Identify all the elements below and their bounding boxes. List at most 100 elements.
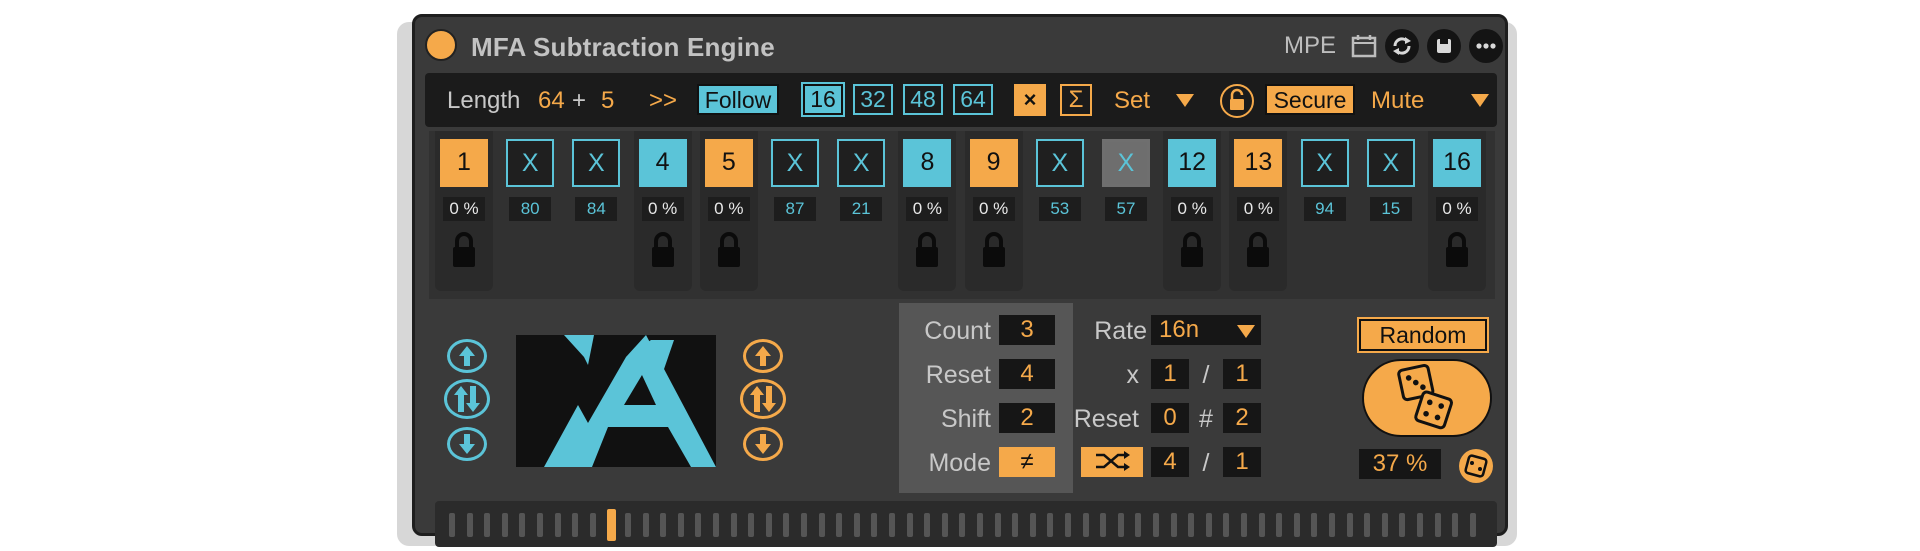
multiplier-a[interactable]: 1 xyxy=(1151,359,1189,389)
position-scrubber[interactable] xyxy=(435,501,1497,547)
scrubber-tick xyxy=(1346,513,1353,537)
step-value[interactable]: 0 % xyxy=(1237,197,1280,221)
lower-panel: Count 3 Reset 4 Shift 2 Mode ≠ Rate 16n … xyxy=(429,303,1495,495)
length-64-button[interactable]: 64 xyxy=(953,84,993,115)
sigma-button[interactable]: Σ xyxy=(1060,84,1092,116)
lock-icon[interactable] xyxy=(914,231,940,269)
step-toggle[interactable]: 5 xyxy=(704,139,753,187)
scrubber-tick xyxy=(554,513,561,537)
step-8: 80 % xyxy=(898,131,957,291)
count-value[interactable]: 3 xyxy=(999,315,1055,345)
step-value[interactable]: 0 % xyxy=(443,197,485,221)
step-value[interactable]: 87 xyxy=(774,197,816,221)
rate-reset-b[interactable]: 2 xyxy=(1223,403,1261,433)
step-value[interactable]: 57 xyxy=(1105,197,1147,221)
step-value[interactable]: 0 % xyxy=(707,197,750,221)
length-16-button[interactable]: 16 xyxy=(801,82,845,117)
shuffle-slash: / xyxy=(1202,449,1210,477)
shift-up-icon[interactable] xyxy=(447,339,487,373)
step-5: 50 % xyxy=(699,131,758,291)
step-toggle[interactable]: X xyxy=(572,139,621,187)
step-toggle[interactable]: 12 xyxy=(1168,139,1217,187)
mute-dropdown-icon[interactable] xyxy=(1471,94,1489,107)
length-add[interactable]: 5 xyxy=(601,87,614,115)
lock-icon[interactable] xyxy=(716,231,742,269)
small-dice-icon[interactable] xyxy=(1459,449,1493,483)
secure-button[interactable]: Secure xyxy=(1265,84,1355,115)
lock-icon[interactable] xyxy=(650,231,676,269)
step-toggle[interactable]: 1 xyxy=(440,139,488,187)
step-value[interactable]: 94 xyxy=(1303,197,1346,221)
shift-down-icon[interactable] xyxy=(447,427,487,461)
lock-icon[interactable] xyxy=(451,231,477,269)
clear-button[interactable]: × xyxy=(1014,84,1046,116)
save-icon[interactable] xyxy=(1427,29,1461,63)
rotate-up-icon[interactable] xyxy=(743,339,783,373)
rate-reset-label: Reset xyxy=(1073,405,1139,433)
step-value[interactable]: 0 % xyxy=(972,197,1015,221)
rate-dropdown-icon[interactable] xyxy=(1237,325,1255,338)
random-button[interactable]: Random xyxy=(1357,317,1489,353)
lock-icon[interactable] xyxy=(1179,231,1205,269)
rate-reset-a[interactable]: 0 xyxy=(1151,403,1189,433)
step-toggle[interactable]: X xyxy=(1300,139,1349,187)
lock-icon[interactable] xyxy=(981,231,1007,269)
step-value[interactable]: 0 % xyxy=(1436,197,1478,221)
step-value[interactable]: 21 xyxy=(840,197,883,221)
mode-value[interactable]: ≠ xyxy=(999,447,1055,477)
scrubber-tick xyxy=(1205,513,1212,537)
step-value[interactable]: 15 xyxy=(1369,197,1412,221)
toolbar: Length 64 + 5 >> Follow 16 32 48 64 × Σ … xyxy=(425,73,1497,127)
calendar-icon[interactable] xyxy=(1350,32,1378,66)
rate-reset-hash: # xyxy=(1199,405,1213,433)
power-button[interactable] xyxy=(425,29,457,61)
set-dropdown-icon[interactable] xyxy=(1176,94,1194,107)
reset-value[interactable]: 4 xyxy=(999,359,1055,389)
step-value[interactable]: 0 % xyxy=(906,197,949,221)
rate-label: Rate xyxy=(1094,317,1147,345)
scrubber-tick xyxy=(959,513,966,537)
shuffle-b[interactable]: 1 xyxy=(1223,447,1261,477)
lock-icon[interactable] xyxy=(1444,231,1470,269)
shift-both-icon[interactable] xyxy=(444,379,490,419)
set-label[interactable]: Set xyxy=(1114,87,1150,115)
step-value[interactable]: 80 xyxy=(509,197,552,221)
step-toggle[interactable]: X xyxy=(771,139,819,187)
length-base[interactable]: 64 xyxy=(538,87,565,115)
step-toggle[interactable]: X xyxy=(1366,139,1415,187)
more-icon[interactable] xyxy=(1469,29,1503,63)
length-48-button[interactable]: 48 xyxy=(903,84,943,115)
scrubber-tick xyxy=(677,513,684,537)
step-toggle[interactable]: 13 xyxy=(1234,139,1283,187)
sync-icon[interactable] xyxy=(1385,29,1419,63)
shuffle-button[interactable] xyxy=(1081,447,1143,477)
follow-button[interactable]: Follow xyxy=(697,84,779,115)
advance-button[interactable]: >> xyxy=(649,87,677,115)
step-toggle[interactable]: 16 xyxy=(1433,139,1481,187)
step-value[interactable]: 53 xyxy=(1038,197,1081,221)
dice-button[interactable] xyxy=(1362,359,1492,437)
step-value[interactable]: 84 xyxy=(575,197,618,221)
shift-value[interactable]: 2 xyxy=(999,403,1055,433)
step-toggle[interactable]: X xyxy=(1035,139,1084,187)
step-value[interactable]: 0 % xyxy=(1171,197,1214,221)
multiplier-b[interactable]: 1 xyxy=(1223,359,1261,389)
step-toggle[interactable]: X xyxy=(1102,139,1150,187)
step-toggle[interactable]: 8 xyxy=(903,139,952,187)
step-toggle[interactable]: X xyxy=(506,139,555,187)
shuffle-a[interactable]: 4 xyxy=(1151,447,1189,477)
length-32-button[interactable]: 32 xyxy=(853,84,893,115)
step-value[interactable]: 0 % xyxy=(641,197,684,221)
unlock-icon[interactable] xyxy=(1220,84,1254,118)
rotate-down-icon[interactable] xyxy=(743,427,783,461)
lock-icon[interactable] xyxy=(1245,231,1271,269)
step-toggle[interactable]: X xyxy=(837,139,886,187)
mpe-label[interactable]: MPE xyxy=(1284,32,1336,60)
scrubber-tick xyxy=(642,513,649,537)
step-toggle[interactable]: 9 xyxy=(969,139,1018,187)
random-percent[interactable]: 37 % xyxy=(1359,449,1441,479)
step-16: 16 0 % xyxy=(1428,131,1486,291)
rotate-both-icon[interactable] xyxy=(740,379,786,419)
mute-label[interactable]: Mute xyxy=(1371,87,1424,115)
step-toggle[interactable]: 4 xyxy=(638,139,687,187)
